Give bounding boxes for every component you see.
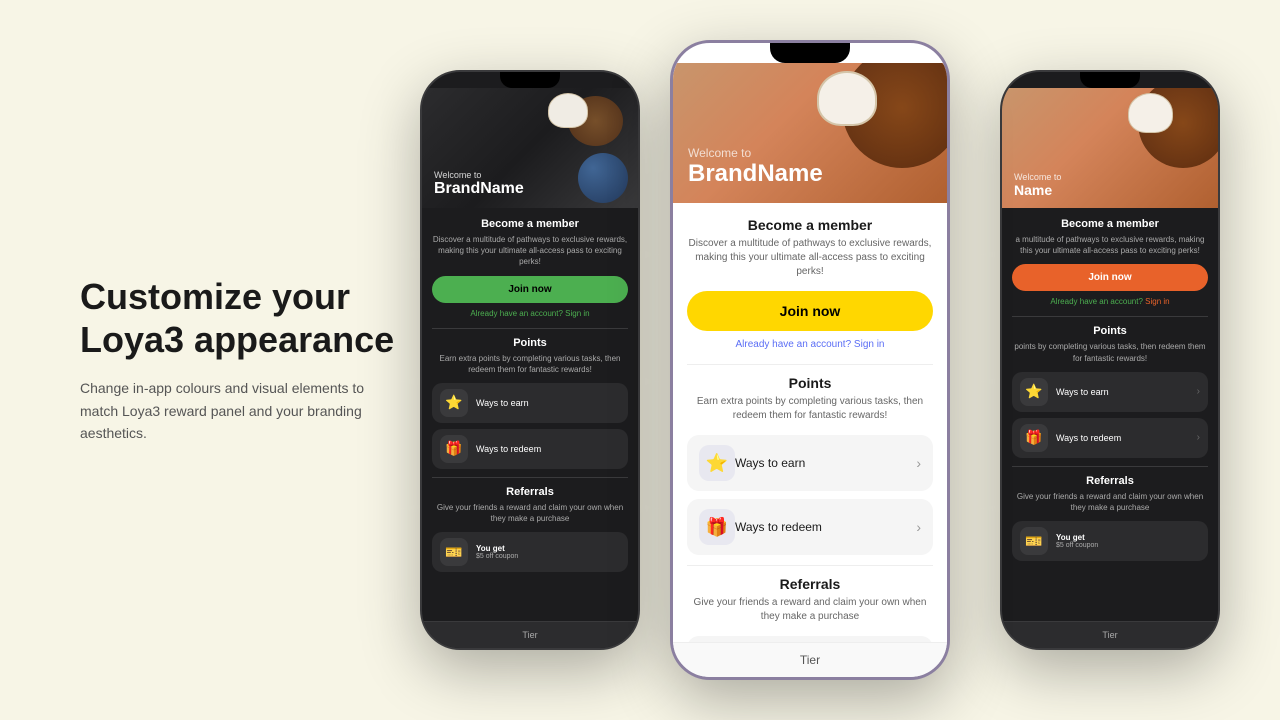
notch-center [770,43,850,63]
divider-1-left [432,328,628,329]
become-member-title-left: Become a member [432,218,628,230]
referral-item-left[interactable]: 🎫 You get $5 off coupon [432,532,628,572]
phone-left-inner: Welcome to BrandName Become a member Dis… [422,72,638,648]
phone-center-inner: Welcome to BrandName Become a member Dis… [673,43,947,677]
referrals-title-right: Referrals [1012,475,1208,487]
ways-to-earn-left[interactable]: ⭐ Ways to earn [432,383,628,423]
phone-right-scroll: Become a member a multitude of pathways … [1002,208,1218,571]
become-member-title-right: Become a member [1012,218,1208,230]
points-section-center: Points Earn extra points by completing v… [687,375,933,555]
referral-icon-left: 🎫 [440,538,468,566]
points-title-right: Points [1012,325,1208,337]
redeem-icon-right: 🎁 [1020,424,1048,452]
phone-left-scroll: Become a member Discover a multitude of … [422,208,638,582]
points-desc-right: points by completing various tasks, then… [1012,341,1208,363]
sign-in-left: Already have an account? Sign in [432,309,628,318]
divider-1-center [687,364,933,365]
points-section-left: Points Earn extra points by completing v… [432,337,628,469]
referrals-title-center: Referrals [687,576,933,592]
earn-icon-center: ⭐ [699,445,735,481]
sign-in-right: Already have an account? Sign in [1012,297,1208,306]
referral-icon-right: 🎫 [1020,527,1048,555]
points-section-right: Points points by completing various task… [1012,325,1208,457]
phones-container: Welcome to BrandName Become a member Dis… [340,0,1280,720]
referral-item-right[interactable]: 🎫 You get $5 off coupon [1012,521,1208,561]
referrals-desc-right: Give your friends a reward and claim you… [1012,491,1208,513]
divider-1-right [1012,316,1208,317]
phone-center-hero: Welcome to BrandName [673,63,947,203]
hero-text-center: Welcome to BrandName [688,146,823,188]
notch-right [1080,72,1140,88]
phone-right-content: Become a member a multitude of pathways … [1002,208,1218,621]
chevron-earn-center: › [916,455,921,471]
phone-left-content: Become a member Discover a multitude of … [422,208,638,621]
notch-left [500,72,560,88]
join-button-center[interactable]: Join now [687,291,933,331]
ways-to-redeem-left[interactable]: 🎁 Ways to redeem [432,429,628,469]
phone-left-hero: Welcome to BrandName [422,88,638,208]
phone-left: Welcome to BrandName Become a member Dis… [420,70,640,650]
become-member-desc-center: Discover a multitude of pathways to excl… [687,237,933,279]
phone-right-hero: Welcome to Name [1002,88,1218,208]
points-desc-left: Earn extra points by completing various … [432,353,628,375]
ways-to-redeem-center[interactable]: 🎁 Ways to redeem › [687,499,933,555]
become-member-desc-left: Discover a multitude of pathways to excl… [432,234,628,268]
divider-2-center [687,565,933,566]
ways-to-redeem-right[interactable]: 🎁 Ways to redeem › [1012,418,1208,458]
hero-text-right: Welcome to Name [1014,172,1061,198]
coffee-cup-left [548,93,588,128]
bottom-nav-left: Tier [422,621,638,648]
phone-center-content: Become a member Discover a multitude of … [673,203,947,642]
coffee-cup-right [1128,93,1173,133]
become-member-desc-right: a multitude of pathways to exclusive rew… [1012,234,1208,256]
sign-in-center: Already have an account? Sign in [687,339,933,350]
divider-2-left [432,477,628,478]
ways-to-earn-right[interactable]: ⭐ Ways to earn › [1012,372,1208,412]
bottom-nav-center: Tier [673,642,947,677]
join-button-right[interactable]: Join now [1012,264,1208,291]
earn-icon-right: ⭐ [1020,378,1048,406]
become-member-title-center: Become a member [687,217,933,233]
phone-center: Welcome to BrandName Become a member Dis… [670,40,950,680]
points-title-left: Points [432,337,628,349]
globe-icon [578,153,628,203]
phone-right-inner: Welcome to Name Become a member a multit… [1002,72,1218,648]
hero-text-left: Welcome to BrandName [434,170,524,198]
join-button-left[interactable]: Join now [432,276,628,303]
referrals-title-left: Referrals [432,486,628,498]
bottom-nav-right: Tier [1002,621,1218,648]
phone-center-scroll: Become a member Discover a multitude of … [673,203,947,642]
coffee-cup-center [817,71,877,126]
points-title-center: Points [687,375,933,391]
chevron-redeem-right: › [1197,432,1200,443]
phone-right: Welcome to Name Become a member a multit… [1000,70,1220,650]
redeem-icon-center: 🎁 [699,509,735,545]
referrals-desc-left: Give your friends a reward and claim you… [432,502,628,524]
chevron-earn-right: › [1197,386,1200,397]
redeem-icon-left: 🎁 [440,435,468,463]
earn-icon-left: ⭐ [440,389,468,417]
ways-to-earn-center[interactable]: ⭐ Ways to earn › [687,435,933,491]
divider-2-right [1012,466,1208,467]
referrals-desc-center: Give your friends a reward and claim you… [687,596,933,624]
chevron-redeem-center: › [916,519,921,535]
points-desc-center: Earn extra points by completing various … [687,395,933,423]
